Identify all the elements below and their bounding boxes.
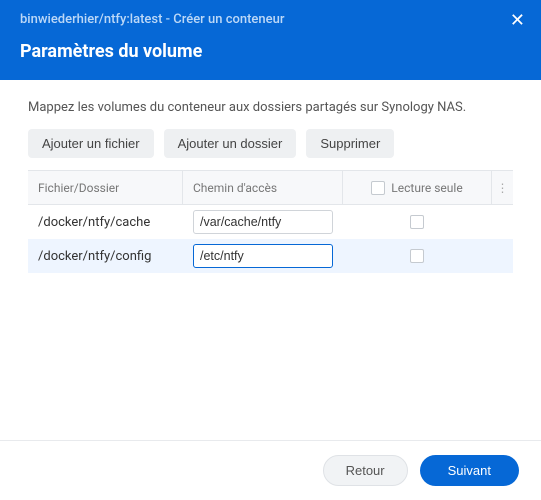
row-path-cell: [183, 205, 343, 239]
back-button[interactable]: Retour: [323, 455, 408, 486]
next-button[interactable]: Suivant: [420, 455, 519, 486]
modal-footer: Retour Suivant: [0, 440, 541, 500]
add-folder-button[interactable]: Ajouter un dossier: [164, 129, 297, 158]
table-row[interactable]: /docker/ntfy/cache: [28, 205, 513, 239]
volume-table: Fichier/Dossier Chemin d'accès Lecture s…: [28, 170, 513, 273]
modal-content: Mappez les volumes du conteneur aux doss…: [0, 80, 541, 440]
path-input[interactable]: [193, 210, 333, 234]
path-input[interactable]: [193, 244, 333, 268]
delete-button[interactable]: Supprimer: [306, 129, 394, 158]
readonly-checkbox[interactable]: [410, 249, 424, 263]
description-text: Mappez les volumes du conteneur aux doss…: [28, 100, 513, 115]
col-header-file[interactable]: Fichier/Dossier: [28, 171, 183, 204]
close-icon[interactable]: ✕: [510, 12, 525, 30]
row-file-cell: /docker/ntfy/cache: [28, 205, 183, 239]
row-readonly-cell: [343, 249, 491, 263]
col-header-readonly[interactable]: Lecture seule: [343, 181, 491, 195]
add-file-button[interactable]: Ajouter un fichier: [28, 129, 154, 158]
modal-subtitle: Paramètres du volume: [20, 41, 521, 62]
row-file-cell: /docker/ntfy/config: [28, 239, 183, 273]
row-path-cell: [183, 239, 343, 273]
toolbar: Ajouter un fichier Ajouter un dossier Su…: [28, 129, 513, 158]
table-row[interactable]: /docker/ntfy/config: [28, 239, 513, 273]
readonly-header-label: Lecture seule: [391, 181, 462, 195]
readonly-header-checkbox[interactable]: [371, 181, 385, 195]
col-header-path[interactable]: Chemin d'accès: [183, 171, 343, 204]
row-readonly-cell: [343, 215, 491, 229]
modal-title: binwiederhier/ntfy:latest - Créer un con…: [20, 12, 521, 27]
readonly-checkbox[interactable]: [410, 215, 424, 229]
column-menu-icon[interactable]: ⋮: [491, 171, 513, 204]
modal-header: binwiederhier/ntfy:latest - Créer un con…: [0, 0, 541, 80]
table-header: Fichier/Dossier Chemin d'accès Lecture s…: [28, 171, 513, 205]
create-container-modal: binwiederhier/ntfy:latest - Créer un con…: [0, 0, 541, 500]
